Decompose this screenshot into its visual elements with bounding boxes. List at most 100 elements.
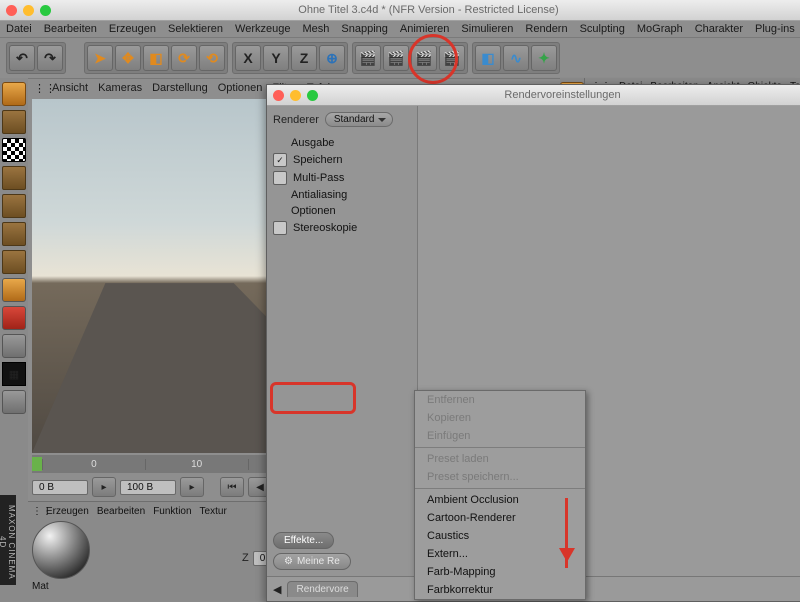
ctx-caustics[interactable]: Caustics bbox=[415, 527, 585, 545]
rs-row-ausgabe[interactable]: Ausgabe bbox=[267, 135, 417, 151]
rs-row-stereoskopie[interactable]: Stereoskopie bbox=[267, 219, 417, 237]
ctx-ambient-occlusion[interactable]: Ambient Occlusion bbox=[415, 491, 585, 509]
rs-row-label: Stereoskopie bbox=[293, 222, 357, 234]
material-preview-icon[interactable] bbox=[32, 521, 90, 579]
menu-charakter[interactable]: Charakter bbox=[695, 23, 743, 35]
frame-start-field[interactable]: 0 B bbox=[32, 480, 88, 495]
magnet-icon[interactable] bbox=[2, 306, 26, 330]
menu-mesh[interactable]: Mesh bbox=[302, 23, 329, 35]
renderer-dropdown[interactable]: Standard bbox=[325, 112, 394, 127]
menu-animieren[interactable]: Animieren bbox=[400, 23, 450, 35]
edge-mode-icon[interactable] bbox=[2, 222, 26, 246]
close-window-icon[interactable] bbox=[6, 5, 17, 16]
viewport-solo-icon[interactable]: ▦ bbox=[2, 362, 26, 386]
rs-close-icon[interactable] bbox=[273, 90, 284, 101]
rs-row-antialiasing[interactable]: Antialiasing bbox=[267, 187, 417, 203]
locked-workplane-icon[interactable] bbox=[2, 390, 26, 414]
rs-row-label: Optionen bbox=[291, 205, 336, 217]
render-group: 🎬 🎬 🎬 🎬 bbox=[352, 42, 468, 74]
render-region-button[interactable]: 🎬 bbox=[383, 45, 409, 71]
checkbox-icon[interactable] bbox=[273, 221, 287, 235]
menu-simulieren[interactable]: Simulieren bbox=[461, 23, 513, 35]
vp-menu-kameras[interactable]: Kameras bbox=[98, 82, 142, 94]
checkbox-icon[interactable] bbox=[273, 171, 287, 185]
rs-row-multipass[interactable]: Multi-Pass bbox=[267, 169, 417, 187]
ctx-einfuegen: Einfügen bbox=[415, 427, 585, 445]
menu-werkzeuge[interactable]: Werkzeuge bbox=[235, 23, 290, 35]
vp-menu-ansicht[interactable]: Ansicht bbox=[52, 82, 88, 94]
vp-menu-darstellung[interactable]: Darstellung bbox=[152, 82, 208, 94]
model-mode-icon[interactable] bbox=[2, 110, 26, 134]
rs-row-optionen[interactable]: Optionen bbox=[267, 203, 417, 219]
mat-menu-bearbeiten[interactable]: Bearbeiten bbox=[97, 506, 145, 517]
menu-selektieren[interactable]: Selektieren bbox=[168, 23, 223, 35]
menu-mograph[interactable]: MoGraph bbox=[637, 23, 683, 35]
rs-row-speichern[interactable]: ✓Speichern bbox=[267, 151, 417, 169]
mat-menu-erzeugen[interactable]: Erzeugen bbox=[46, 506, 89, 517]
move-button[interactable]: ✥ bbox=[115, 45, 141, 71]
ctx-cartoon-renderer[interactable]: Cartoon-Renderer bbox=[415, 509, 585, 527]
render-settings-list: Ausgabe ✓Speichern Multi-Pass Antialiasi… bbox=[267, 135, 417, 237]
history-group: ↶ ↷ bbox=[6, 42, 66, 74]
ctx-farbkorrektur[interactable]: Farbkorrektur bbox=[415, 581, 585, 599]
renderer-label: Renderer bbox=[273, 114, 319, 126]
mat-menu-funktion[interactable]: Funktion bbox=[153, 506, 191, 517]
axis-z-button[interactable]: Z bbox=[291, 45, 317, 71]
playhead-icon[interactable] bbox=[32, 457, 42, 471]
axis-y-button[interactable]: Y bbox=[263, 45, 289, 71]
axis-icon[interactable] bbox=[2, 278, 26, 302]
menu-erzeugen[interactable]: Erzeugen bbox=[109, 23, 156, 35]
workplane-icon[interactable] bbox=[2, 334, 26, 358]
live-select-button[interactable]: ➤ bbox=[87, 45, 113, 71]
texture-mode-icon[interactable] bbox=[2, 138, 26, 162]
minimize-window-icon[interactable] bbox=[23, 5, 34, 16]
rotate-button[interactable]: ⟳ bbox=[171, 45, 197, 71]
render-settings-button[interactable]: 🎬 bbox=[439, 45, 465, 71]
zoom-window-icon[interactable] bbox=[40, 5, 51, 16]
rs-minimize-icon[interactable] bbox=[290, 90, 301, 101]
mat-menu-textur[interactable]: Textur bbox=[200, 506, 227, 517]
undo-button[interactable]: ↶ bbox=[9, 45, 35, 71]
rs-row-label: Antialiasing bbox=[291, 189, 347, 201]
rs-row-label: Ausgabe bbox=[291, 137, 334, 149]
render-view-button[interactable]: 🎬 bbox=[355, 45, 381, 71]
goto-start-button[interactable]: ⏮ bbox=[220, 477, 244, 497]
material-name-label[interactable]: Mat bbox=[32, 581, 232, 592]
main-toolbar: ↶ ↷ ➤ ✥ ◧ ⟳ ⟲ X Y Z ⊕ 🎬 🎬 🎬 🎬 ◧ ∿ ✦ bbox=[0, 37, 800, 78]
effects-button[interactable]: Effekte... bbox=[273, 532, 334, 549]
maxon-brand-strip: MAXON CINEMA 4D bbox=[0, 495, 16, 585]
make-editable-icon[interactable] bbox=[2, 82, 26, 106]
frame-end-field[interactable]: 100 B bbox=[120, 480, 176, 495]
ctx-preset-speichern: Preset speichern... bbox=[415, 468, 585, 486]
menu-snapping[interactable]: Snapping bbox=[341, 23, 388, 35]
vp-menu-optionen[interactable]: Optionen bbox=[218, 82, 263, 94]
polygon-mode-icon[interactable] bbox=[2, 250, 26, 274]
menu-plugins[interactable]: Plug-ins bbox=[755, 23, 795, 35]
my-render-presets-button[interactable]: ⚙Meine Re bbox=[273, 553, 351, 570]
generator-button[interactable]: ✦ bbox=[531, 45, 557, 71]
annotation-arrow-icon bbox=[565, 498, 568, 568]
object-mode-icon[interactable] bbox=[2, 166, 26, 190]
render-preset-tab[interactable]: Rendervore bbox=[287, 581, 357, 597]
cube-primitive-button[interactable]: ◧ bbox=[475, 45, 501, 71]
render-settings-sidebar: Renderer Standard Ausgabe ✓Speichern Mul… bbox=[267, 106, 418, 576]
coord-system-button[interactable]: ⊕ bbox=[319, 45, 345, 71]
menu-rendern[interactable]: Rendern bbox=[525, 23, 567, 35]
rs-row-label: Multi-Pass bbox=[293, 172, 344, 184]
frame-start-stepper[interactable]: ▸ bbox=[92, 477, 116, 497]
redo-button[interactable]: ↷ bbox=[37, 45, 63, 71]
menu-bearbeiten[interactable]: Bearbeiten bbox=[44, 23, 97, 35]
frame-end-stepper[interactable]: ▸ bbox=[180, 477, 204, 497]
rs-zoom-icon[interactable] bbox=[307, 90, 318, 101]
render-picture-viewer-button[interactable]: 🎬 bbox=[411, 45, 437, 71]
checkbox-checked-icon[interactable]: ✓ bbox=[273, 153, 287, 167]
menu-datei[interactable]: Datei bbox=[6, 23, 32, 35]
material-manager-menubar: ⋮⋮ Erzeugen Bearbeiten Funktion Textur bbox=[32, 506, 232, 517]
spline-button[interactable]: ∿ bbox=[503, 45, 529, 71]
scale-button[interactable]: ◧ bbox=[143, 45, 169, 71]
menu-sculpting[interactable]: Sculpting bbox=[580, 23, 625, 35]
last-tool-button[interactable]: ⟲ bbox=[199, 45, 225, 71]
point-mode-icon[interactable] bbox=[2, 194, 26, 218]
select-tools-group: ➤ ✥ ◧ ⟳ ⟲ bbox=[84, 42, 228, 74]
axis-x-button[interactable]: X bbox=[235, 45, 261, 71]
